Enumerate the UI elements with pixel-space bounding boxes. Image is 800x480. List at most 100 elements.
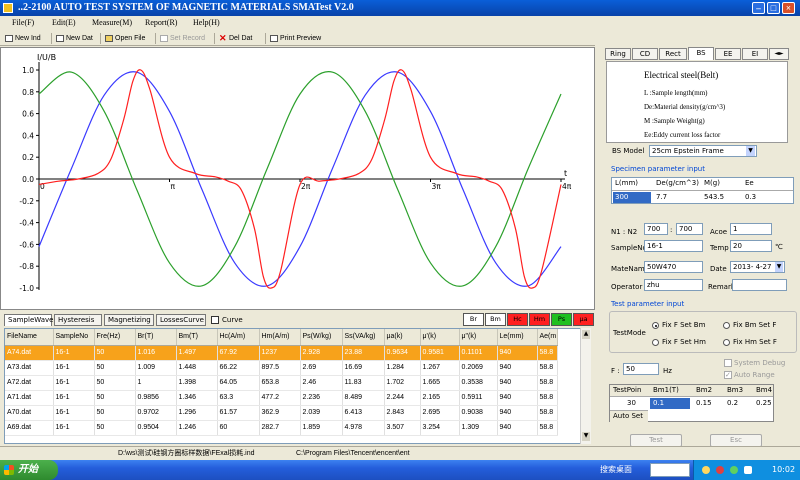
spec-value[interactable]: 543.5 (704, 193, 724, 201)
remark-input[interactable] (732, 279, 787, 291)
column-header[interactable]: μ"(k) (459, 329, 498, 346)
tab-magnetizing[interactable]: Magnetizing (104, 314, 154, 326)
tray-icon[interactable] (730, 466, 738, 474)
table-cell: 1.346 (176, 390, 218, 406)
spec-value[interactable]: 0.3 (745, 193, 756, 201)
tab-scroll-arrows[interactable]: ◄► (769, 48, 789, 60)
n2-input[interactable]: 700 (676, 223, 703, 235)
table-row[interactable]: A71.dat 16-1 50 0.9856 1.346 63.3 477.2 2.236 8.… (5, 390, 558, 406)
tray-icon[interactable] (744, 466, 752, 474)
tp-value[interactable]: 0.15 (696, 399, 712, 407)
desktop-search-input[interactable] (650, 463, 690, 477)
param-color-button[interactable]: Br (463, 313, 484, 326)
tab-ring[interactable]: Ring (605, 48, 631, 60)
acoe-input[interactable]: 1 (730, 223, 772, 235)
maximize-button[interactable]: □ (767, 2, 780, 14)
scroll-down-icon[interactable]: ▼ (582, 432, 590, 441)
radio-fix-hm-set-f[interactable] (723, 339, 730, 346)
column-header[interactable]: μa(k) (384, 329, 421, 346)
tab-samplewave[interactable]: SampleWave (4, 314, 53, 326)
temp-input[interactable]: 20 (730, 240, 772, 252)
y-tick-label: 1.0 (22, 66, 34, 75)
tab-hysteresis[interactable]: Hysteresis (54, 314, 102, 326)
start-button[interactable]: 开始 (0, 460, 58, 480)
table-cell: 58.8 (537, 375, 558, 391)
column-header[interactable]: Hc(A/m) (217, 329, 260, 346)
table-cell: 1.016 (135, 345, 177, 361)
tab-ee[interactable]: EE (715, 48, 741, 60)
tp-value[interactable]: 0.2 (727, 399, 738, 407)
table-cell: A71.dat (5, 390, 54, 406)
desktop-search-label[interactable]: 搜索桌面 (600, 463, 632, 477)
param-color-button[interactable]: Bm (485, 313, 506, 326)
column-header[interactable]: μ'(k) (420, 329, 460, 346)
tp-value[interactable]: 30 (627, 399, 636, 407)
param-color-button[interactable]: Hc (507, 313, 528, 326)
del-dat-button[interactable]: ✕ Del Dat (218, 32, 252, 45)
new-dat-button[interactable]: New Dat (55, 32, 93, 45)
curve-checkbox[interactable] (211, 316, 219, 324)
system-debug-checkbox[interactable] (724, 359, 732, 367)
table-row[interactable]: A70.dat 16-1 50 0.9702 1.296 61.57 362.9 2.039 6… (5, 405, 558, 421)
frequency-input[interactable]: 50 (623, 363, 659, 375)
chevron-down-icon[interactable]: ▼ (775, 262, 783, 272)
tab-ei[interactable]: EI (742, 48, 768, 60)
menu-edit[interactable]: Edit(E) (52, 16, 76, 30)
tab-cd[interactable]: CD (632, 48, 658, 60)
tp-header: Bm1(T) (653, 386, 679, 394)
table-row[interactable]: A69.dat 16-1 50 0.9504 1.246 60 282.7 1.859 4.97… (5, 420, 558, 436)
column-header[interactable]: Hm(A/m) (259, 329, 301, 346)
sampleno-input[interactable]: 16-1 (644, 240, 703, 252)
x-tick-label: 3π (432, 182, 442, 191)
param-color-button[interactable]: Hm (529, 313, 550, 326)
radio-fix-f-set-hm[interactable] (652, 339, 659, 346)
operator-input[interactable]: zhu (644, 279, 703, 291)
param-color-button[interactable]: μa (573, 313, 594, 326)
table-row[interactable]: A72.dat 16-1 50 1 1.398 64.05 653.8 2.46 11.83 1.… (5, 375, 558, 391)
n1-input[interactable]: 700 (644, 223, 668, 235)
tab-lossescurve[interactable]: LossesCurve (156, 314, 206, 326)
auto-range-checkbox[interactable]: ✓ (724, 371, 732, 379)
column-header[interactable]: Br(T) (135, 329, 177, 346)
chevron-down-icon[interactable]: ▼ (746, 146, 755, 156)
param-color-button[interactable]: Ps (551, 313, 572, 326)
tray-icon[interactable] (702, 466, 710, 474)
column-header[interactable]: Bm(T) (176, 329, 218, 346)
table-row[interactable]: A73.dat 16-1 50 1.009 1.448 66.22 897.5 2.69 16.… (5, 360, 558, 376)
tray-icon[interactable] (716, 466, 724, 474)
close-button[interactable]: × (782, 2, 795, 14)
radio-fix-f-set-bm[interactable] (652, 322, 659, 329)
menu-measure[interactable]: Measure(M) (92, 16, 132, 30)
bs-model-select[interactable]: 25cm Epstein Frame ▼ (649, 145, 757, 157)
set-record-button[interactable]: Set Record (159, 32, 205, 45)
date-picker[interactable]: 2013- 4-27 ▼ (730, 261, 785, 273)
column-header[interactable]: Fre(Hz) (94, 329, 136, 346)
radio-fix-bm-set-f[interactable] (723, 322, 730, 329)
menu-file[interactable]: File(F) (12, 16, 34, 30)
auto-set-label[interactable]: Auto Set (613, 412, 643, 420)
table-row[interactable]: A74.dat 16-1 50 1.016 1.497 67.92 1237 2.928 23.… (5, 345, 558, 361)
minimize-button[interactable]: – (752, 2, 765, 14)
column-header[interactable]: Ss(VA/kg) (342, 329, 385, 346)
new-ind-button[interactable]: New Ind (4, 32, 41, 45)
menu-report[interactable]: Report(R) (145, 16, 177, 30)
open-file-button[interactable]: Open File (104, 32, 145, 45)
tp-value[interactable]: 0.25 (756, 399, 772, 407)
column-header[interactable]: Ps(W/kg) (300, 329, 343, 346)
table-cell: 16-1 (53, 345, 95, 361)
spec-value[interactable]: 7.7 (656, 193, 667, 201)
table-cell: 16-1 (53, 420, 95, 436)
table-scrollbar[interactable]: ▲ ▼ (580, 328, 591, 444)
column-header[interactable]: FileName (5, 329, 54, 346)
column-header[interactable]: Le(mm) (497, 329, 538, 346)
scroll-up-icon[interactable]: ▲ (582, 330, 590, 339)
table-cell: 0.3538 (459, 375, 498, 391)
menu-help[interactable]: Help(H) (193, 16, 220, 30)
column-header[interactable]: Ae(m (537, 329, 558, 346)
tab-rect[interactable]: Rect (659, 48, 687, 60)
spec-value: 300 (615, 193, 629, 201)
column-header[interactable]: SampleNo (53, 329, 95, 346)
print-preview-button[interactable]: Print Preview (269, 32, 321, 45)
tab-bs[interactable]: BS (688, 47, 714, 60)
matename-input[interactable]: 50W470 (644, 261, 703, 273)
